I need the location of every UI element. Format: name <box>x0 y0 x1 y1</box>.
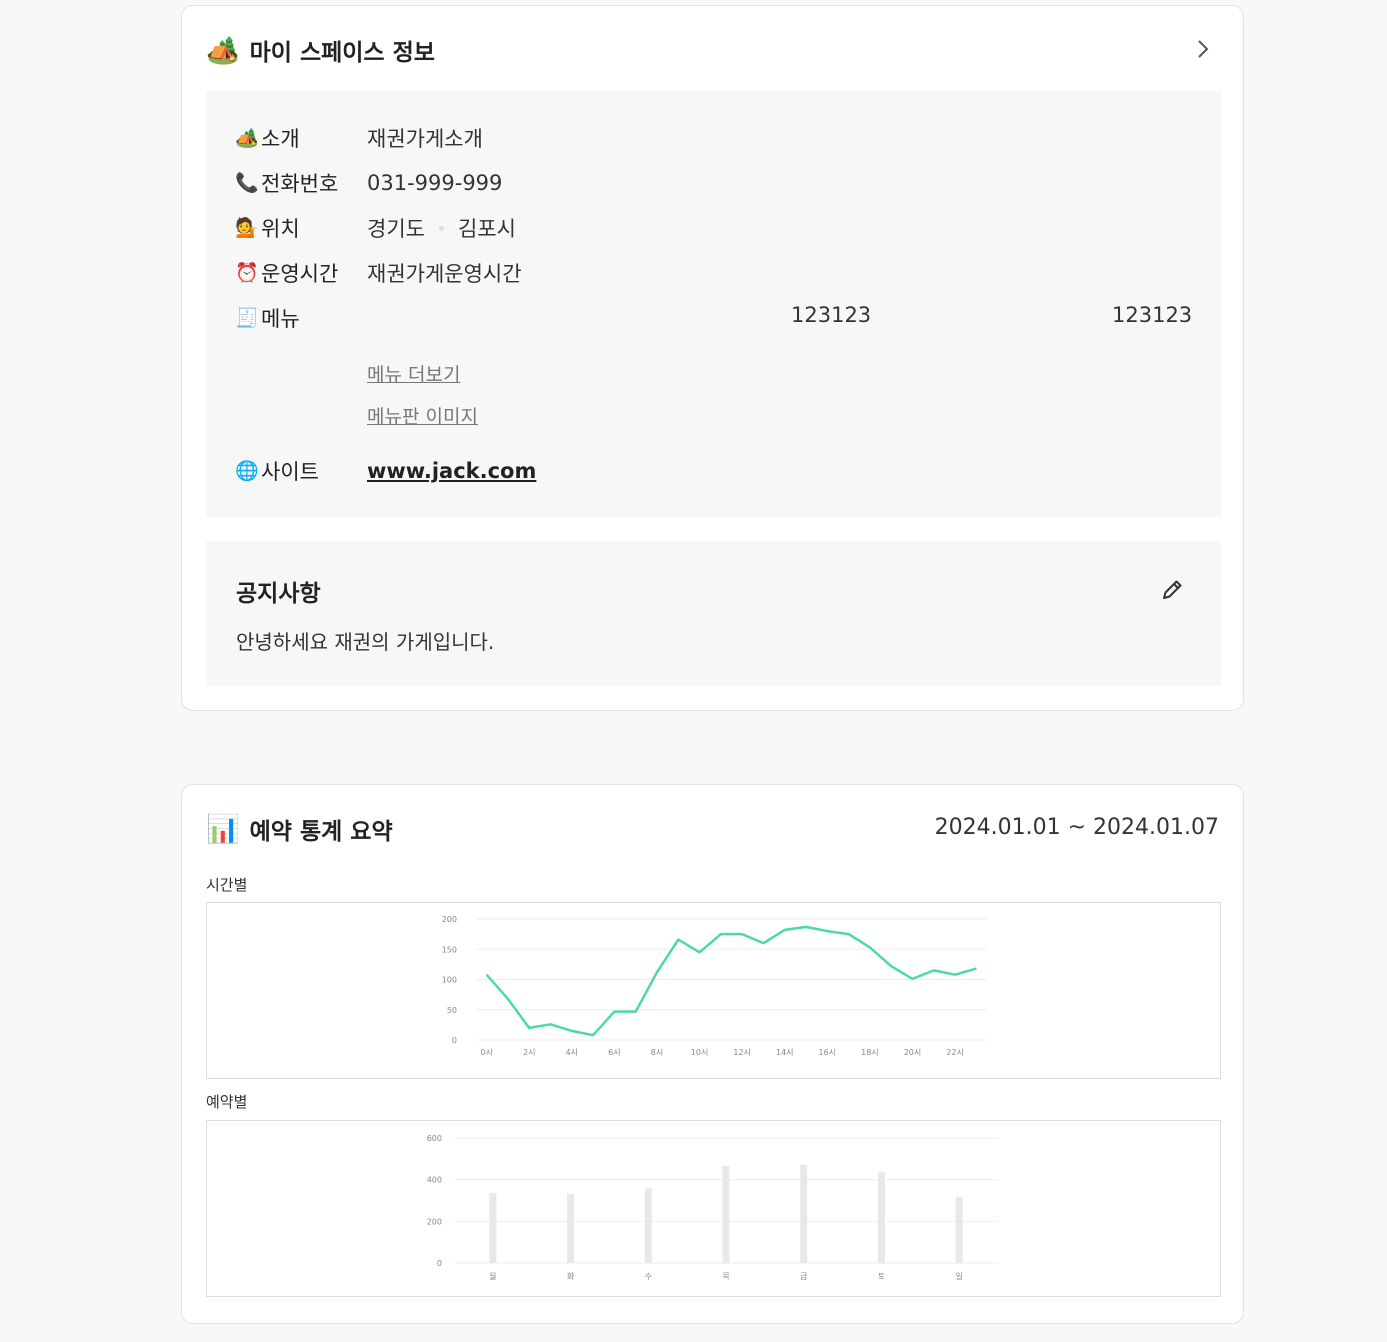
phone-row: 📞 전화번호 031-999-999 <box>235 168 502 198</box>
phone-value: 031-999-999 <box>367 171 503 195</box>
menu-item-price: 123123 <box>791 303 872 327</box>
phone-label: 전화번호 <box>261 172 339 196</box>
notice-body: 안녕하세요 재권의 가게입니다. <box>236 630 495 654</box>
stats-title: 📊 예약 통계 요약 <box>206 812 393 846</box>
date-range: 2024.01.01 ~ 2024.01.07 <box>934 815 1219 840</box>
daily-bar-chart: 0 200 400 600 월 화 수 목 금 토 일 <box>427 1134 998 1281</box>
globe-icon: 🌐 <box>235 459 259 482</box>
x-tick-label: 16시 <box>819 1048 837 1057</box>
hourly-chart: 0 50 100 150 200 0시 2시 4시 6시 8시 10시 12시 14시 16시 18시 20시… <box>206 902 1221 1079</box>
y-tick-label: 50 <box>447 1006 457 1015</box>
hours-value: 재권가게운영시간 <box>367 262 522 286</box>
site-label: 사이트 <box>261 460 319 484</box>
bar <box>955 1196 963 1263</box>
notice-section: 공지사항 안녕하세요 재권의 가게입니다. <box>206 541 1221 686</box>
x-tick-label: 0시 <box>480 1048 492 1057</box>
x-tick-label: 22시 <box>946 1048 964 1057</box>
x-tick-label: 12시 <box>733 1048 751 1057</box>
location-city: 김포시 <box>457 217 516 241</box>
hourly-chart-label: 시간별 <box>206 876 248 894</box>
menu-item-price: 123123 <box>1112 303 1193 327</box>
y-tick-label: 200 <box>427 1217 442 1226</box>
alarm-clock-icon: ⏰ <box>235 261 259 284</box>
y-tick-label: 600 <box>427 1134 442 1143</box>
bar <box>800 1164 808 1263</box>
bar <box>877 1172 885 1263</box>
location-label: 위치 <box>261 217 300 241</box>
bar <box>644 1188 652 1263</box>
intro-value: 재권가게소개 <box>367 127 483 151</box>
site-link[interactable]: www.jack.com <box>367 459 536 483</box>
person-icon: 💁 <box>235 216 259 239</box>
x-tick-label: 금 <box>800 1272 807 1281</box>
x-tick-label: 14시 <box>776 1048 794 1057</box>
y-tick-label: 200 <box>442 915 457 924</box>
location-province: 경기도 <box>367 217 425 241</box>
tent-icon: 🏕️ <box>235 126 259 149</box>
x-tick-label: 일 <box>955 1272 962 1281</box>
reservation-stats-card: 📊 예약 통계 요약 2024.01.01 ~ 2024.01.07 시간별 0… <box>181 784 1244 1324</box>
x-tick-label: 화 <box>567 1272 575 1281</box>
x-tick-label: 수 <box>645 1272 652 1281</box>
menu-image-link[interactable]: 메뉴판 이미지 <box>367 402 478 429</box>
separator-dot <box>438 225 444 231</box>
y-tick-label: 0 <box>452 1036 457 1045</box>
y-tick-label: 0 <box>437 1259 442 1268</box>
y-tick-label: 400 <box>427 1176 442 1185</box>
space-info-title: 🏕️ 마이 스페이스 정보 <box>206 33 435 67</box>
tent-icon: 🏕️ <box>206 34 240 66</box>
x-tick-label: 토 <box>878 1272 885 1281</box>
hours-label: 운영시간 <box>261 262 339 286</box>
notice-title: 공지사항 <box>236 581 321 607</box>
hourly-line-chart: 0 50 100 150 200 0시 2시 4시 6시 8시 10시 12시 14시 16시 18시 20시… <box>442 915 987 1057</box>
x-tick-label: 20시 <box>904 1048 922 1057</box>
site-row: 🌐 사이트 www.jack.com <box>235 456 536 486</box>
x-tick-label: 18시 <box>861 1048 879 1057</box>
x-tick-label: 목 <box>722 1272 729 1281</box>
pencil-icon[interactable] <box>1159 577 1185 603</box>
x-tick-label: 4시 <box>566 1048 578 1057</box>
daily-chart-label: 예약별 <box>206 1093 248 1111</box>
y-tick-label: 150 <box>442 945 457 954</box>
bar-chart-icon: 📊 <box>206 813 240 845</box>
x-tick-label: 2시 <box>523 1048 535 1057</box>
location-row: 💁 위치 경기도 김포시 <box>235 213 516 243</box>
space-info-title-text: 마이 스페이스 정보 <box>249 40 435 66</box>
x-tick-label: 월 <box>489 1271 496 1281</box>
intro-row: 🏕️ 소개 재권가게소개 <box>235 123 483 153</box>
menu-row: 🧾 메뉴 <box>235 303 367 333</box>
intro-label: 소개 <box>261 127 300 151</box>
bar <box>567 1193 575 1263</box>
y-tick-label: 100 <box>442 976 457 985</box>
space-info-details: 🏕️ 소개 재권가게소개 📞 전화번호 031-999-999 💁 위치 경기도… <box>206 91 1221 517</box>
x-tick-label: 8시 <box>651 1048 663 1057</box>
stats-title-text: 예약 통계 요약 <box>249 819 393 845</box>
chevron-right-icon[interactable] <box>1193 36 1213 62</box>
x-tick-label: 6시 <box>608 1048 620 1057</box>
bar <box>489 1193 497 1263</box>
daily-chart: 0 200 400 600 월 화 수 목 금 토 일 <box>206 1120 1221 1297</box>
receipt-icon: 🧾 <box>235 306 259 329</box>
menu-more-link[interactable]: 메뉴 더보기 <box>367 360 460 387</box>
x-tick-label: 10시 <box>691 1048 709 1057</box>
hours-row: ⏰ 운영시간 재권가게운영시간 <box>235 258 522 288</box>
hourly-series-line <box>485 925 977 1037</box>
phone-icon: 📞 <box>235 171 259 194</box>
bar <box>722 1166 730 1263</box>
menu-label: 메뉴 <box>261 307 300 331</box>
space-info-card: 🏕️ 마이 스페이스 정보 🏕️ 소개 재권가게소개 📞 전화번호 031-99… <box>181 5 1244 711</box>
